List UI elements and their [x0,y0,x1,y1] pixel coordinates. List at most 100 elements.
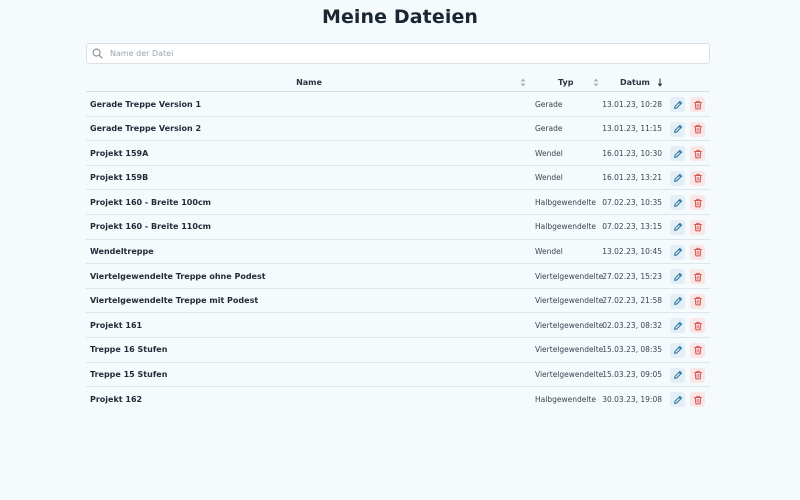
trash-icon [693,370,703,380]
file-date: 16.01.23, 13:21 [602,173,662,183]
delete-button[interactable] [690,318,705,334]
pencil-icon [673,345,683,355]
edit-button[interactable] [670,392,685,408]
page-title: Meine Dateien [321,6,479,28]
file-type: Halbgewendelte [535,394,596,404]
table-row[interactable]: Treppe 16 Stufen Viertelgewendelte 15.03.2… [86,338,710,363]
delete-button[interactable] [690,195,705,211]
file-name[interactable]: Wendeltreppe [90,240,154,264]
table-row[interactable]: Projekt 159A Wendel 16.01.23, 10:30 [86,141,710,166]
file-name[interactable]: Projekt 159B [90,166,148,190]
file-name[interactable]: Treppe 16 Stufen [90,338,167,362]
sort-arrows-icon[interactable] [520,72,526,92]
edit-button[interactable] [670,293,685,309]
edit-button[interactable] [670,97,685,112]
pencil-icon [673,395,683,405]
file-name[interactable]: Projekt 162 [90,387,142,411]
delete-button[interactable] [690,367,705,383]
file-table-body: Gerade Treppe Version 1 Gerade 13.01.23, 1… [86,92,710,412]
file-name[interactable]: Projekt 159A [90,141,148,165]
trash-icon [693,345,703,355]
delete-button[interactable] [690,146,705,162]
file-type: Viertelgewendelte [535,320,604,330]
search-bar[interactable] [86,43,710,64]
file-type: Viertelgewendelte [535,296,604,306]
edit-button[interactable] [670,219,685,235]
table-row[interactable]: Projekt 159B Wendel 16.01.23, 13:21 [86,166,710,191]
file-date: 02.03.23, 08:32 [602,320,662,330]
trash-icon [693,149,703,159]
pencil-icon [673,124,683,134]
delete-button[interactable] [690,219,705,235]
search-icon [92,48,104,60]
file-type: Halbgewendelte [535,222,596,232]
table-row[interactable]: Projekt 160 - Breite 100cm Halbgewendelte… [86,190,710,215]
file-type: Viertelgewendelte [535,345,604,355]
table-row[interactable]: Gerade Treppe Version 2 Gerade 13.01.23, 1… [86,117,710,142]
arrow-down-icon[interactable] [657,72,663,92]
edit-button[interactable] [670,244,685,260]
file-date: 16.01.23, 10:30 [602,148,662,158]
delete-button[interactable] [690,293,705,309]
file-name[interactable]: Treppe 15 Stufen [90,363,167,387]
delete-button[interactable] [690,342,705,358]
edit-button[interactable] [670,121,685,137]
file-date: 30.03.23, 19:08 [602,394,662,404]
file-date: 15.03.23, 09:05 [602,370,662,380]
file-name[interactable]: Projekt 160 - Breite 100cm [90,190,211,214]
column-header-typ[interactable]: Typ [558,72,573,92]
file-type: Gerade [535,124,563,134]
table-row[interactable]: Treppe 15 Stufen Viertelgewendelte 15.03.2… [86,363,710,388]
trash-icon [693,100,703,110]
table-row[interactable]: Projekt 160 - Breite 110cm Halbgewendelte… [86,215,710,240]
delete-button[interactable] [690,392,705,408]
edit-button[interactable] [670,367,685,383]
file-date: 13.01.23, 11:15 [602,124,662,134]
edit-button[interactable] [670,146,685,162]
delete-button[interactable] [690,244,705,260]
column-header-name[interactable]: Name [86,72,532,92]
table-row[interactable]: Projekt 161 Viertelgewendelte 02.03.23, 08… [86,313,710,338]
search-input[interactable] [110,49,690,58]
edit-button[interactable] [670,195,685,211]
file-date: 15.03.23, 08:35 [602,345,662,355]
file-type: Wendel [535,148,563,158]
table-row[interactable]: Viertelgewendelte Treppe mit Podest Viert… [86,289,710,314]
file-date: 27.02.23, 21:58 [602,296,662,306]
column-header-datum[interactable]: Datum [620,72,650,92]
trash-icon [693,296,703,306]
trash-icon [693,124,703,134]
file-name[interactable]: Gerade Treppe Version 2 [90,117,201,141]
file-name[interactable]: Viertelgewendelte Treppe mit Podest [90,289,258,313]
file-name[interactable]: Projekt 161 [90,313,142,337]
file-type: Viertelgewendelte [535,271,604,281]
delete-button[interactable] [690,170,705,186]
table-row[interactable]: Viertelgewendelte Treppe ohne Podest Vier… [86,264,710,289]
pencil-icon [673,247,683,257]
edit-button[interactable] [670,170,685,186]
table-row[interactable]: Wendeltreppe Wendel 13.02.23, 10:45 [86,240,710,265]
delete-button[interactable] [690,269,705,285]
trash-icon [693,272,703,282]
edit-button[interactable] [670,318,685,334]
pencil-icon [673,272,683,282]
file-name[interactable]: Viertelgewendelte Treppe ohne Podest [90,264,266,288]
delete-button[interactable] [690,97,705,112]
table-row[interactable]: Projekt 162 Halbgewendelte 30.03.23, 19:08 [86,387,710,412]
pencil-icon [673,321,683,331]
edit-button[interactable] [670,342,685,358]
edit-button[interactable] [670,269,685,285]
file-date: 13.01.23, 10:28 [602,99,662,109]
delete-button[interactable] [690,121,705,137]
trash-icon [693,395,703,405]
trash-icon [693,247,703,257]
trash-icon [693,173,703,183]
file-name[interactable]: Gerade Treppe Version 1 [90,92,201,116]
file-name[interactable]: Projekt 160 - Breite 110cm [90,215,211,239]
pencil-icon [673,198,683,208]
table-row[interactable]: Gerade Treppe Version 1 Gerade 13.01.23, 1… [86,92,710,117]
sort-arrows-icon[interactable] [593,72,599,92]
file-type: Gerade [535,99,563,109]
pencil-icon [673,370,683,380]
file-date: 07.02.23, 13:15 [602,222,662,232]
